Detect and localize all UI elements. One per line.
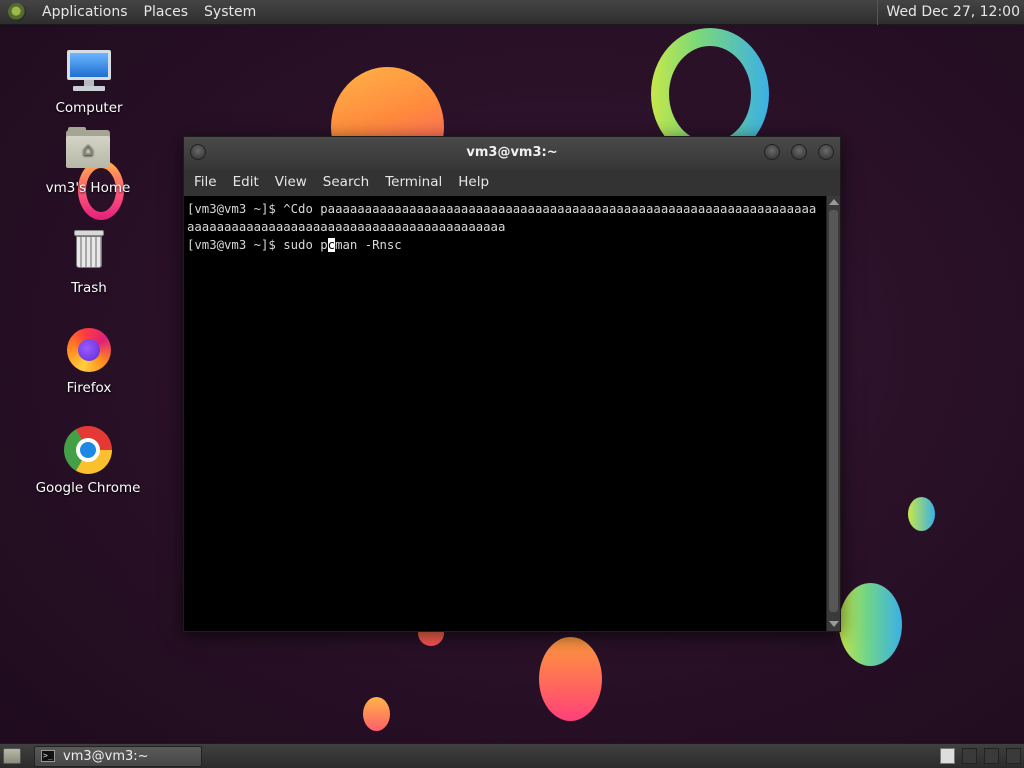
firefox-icon <box>65 326 113 374</box>
window-titlebar[interactable]: vm3@vm3:~ <box>184 137 840 169</box>
menu-file[interactable]: File <box>186 169 225 196</box>
terminal-output-area[interactable]: [vm3@vm3 ~]$ ^Cdo paaaaaaaaaaaaaaaaaaaaa… <box>184 196 827 631</box>
clock[interactable]: Wed Dec 27, 12:00 <box>877 0 1024 25</box>
places-menu[interactable]: Places <box>136 0 197 25</box>
scrollbar-thumb[interactable] <box>829 210 838 612</box>
menu-search[interactable]: Search <box>315 169 377 196</box>
bottom-panel: >_ vm3@vm3:~ <box>0 743 1024 768</box>
workspace-switcher-3[interactable] <box>984 748 999 764</box>
prompt-text-rest: man -Rnsc <box>335 238 402 252</box>
wallpaper-orange-blob-bottom <box>539 637 602 721</box>
taskbar-item-label: vm3@vm3:~ <box>63 749 149 764</box>
workspace-switcher-2[interactable] <box>962 748 977 764</box>
system-menu[interactable]: System <box>196 0 264 25</box>
window-title: vm3@vm3:~ <box>466 145 558 160</box>
workspace-switcher-1[interactable] <box>940 748 955 764</box>
desktop-icon-label: Computer <box>55 100 123 116</box>
menu-view[interactable]: View <box>267 169 315 196</box>
desktop-icon-firefox[interactable]: Firefox <box>34 326 144 396</box>
taskbar-item-terminal[interactable]: >_ vm3@vm3:~ <box>34 746 202 767</box>
top-panel: Applications Places System Wed Dec 27, 1… <box>0 0 1024 25</box>
wallpaper-green-blob <box>839 583 902 666</box>
terminal-icon: >_ <box>41 750 55 762</box>
desktop-icon-chrome[interactable]: Google Chrome <box>33 426 143 496</box>
terminal-prompt-line: [vm3@vm3 ~]$ sudo pcman -Rnsc <box>187 236 827 254</box>
terminal-line: aaaaaaaaaaaaaaaaaaaaaaaaaaaaaaaaaaaaaaaa… <box>187 220 506 234</box>
distro-logo-icon[interactable] <box>8 3 26 21</box>
chrome-icon <box>64 426 112 474</box>
trash-icon <box>65 226 113 274</box>
workspace-switcher-4[interactable] <box>1006 748 1021 764</box>
applications-menu[interactable]: Applications <box>34 0 136 25</box>
terminal-scrollbar[interactable] <box>826 196 840 631</box>
text-cursor: c <box>327 238 336 252</box>
wallpaper-green-dot <box>908 497 935 531</box>
terminal-text: [vm3@vm3 ~]$ ^Cdo paaaaaaaaaaaaaaaaaaaaa… <box>187 200 827 254</box>
menu-edit[interactable]: Edit <box>225 169 267 196</box>
home-folder-icon: ⌂ <box>64 126 112 174</box>
scroll-up-arrow-icon[interactable] <box>829 199 839 205</box>
terminal-window[interactable]: vm3@vm3:~ File Edit View Search Terminal… <box>183 136 841 632</box>
show-desktop-button[interactable] <box>3 748 21 764</box>
desktop-icon-label: Trash <box>71 280 107 296</box>
menu-terminal[interactable]: Terminal <box>377 169 450 196</box>
menu-help[interactable]: Help <box>450 169 497 196</box>
minimize-button[interactable] <box>764 144 780 160</box>
desktop-icon-label: Firefox <box>66 380 112 396</box>
desktop-icon-home[interactable]: ⌂ vm3's Home <box>33 126 143 196</box>
scroll-down-arrow-icon[interactable] <box>829 621 839 627</box>
window-menu-button[interactable] <box>190 144 206 160</box>
desktop-icon-trash[interactable]: Trash <box>34 226 144 296</box>
desktop-icon-computer[interactable]: Computer <box>34 46 144 116</box>
computer-icon <box>65 46 113 94</box>
terminal-line: [vm3@vm3 ~]$ ^Cdo paaaaaaaaaaaaaaaaaaaaa… <box>187 202 817 216</box>
wallpaper-dot-orange <box>363 697 390 731</box>
maximize-button[interactable] <box>791 144 807 160</box>
desktop-icon-label: Google Chrome <box>35 480 141 496</box>
desktop-icon-label: vm3's Home <box>45 180 131 196</box>
prompt-text: [vm3@vm3 ~]$ sudo p <box>187 238 328 252</box>
close-button[interactable] <box>818 144 834 160</box>
terminal-menubar: File Edit View Search Terminal Help <box>184 169 840 196</box>
